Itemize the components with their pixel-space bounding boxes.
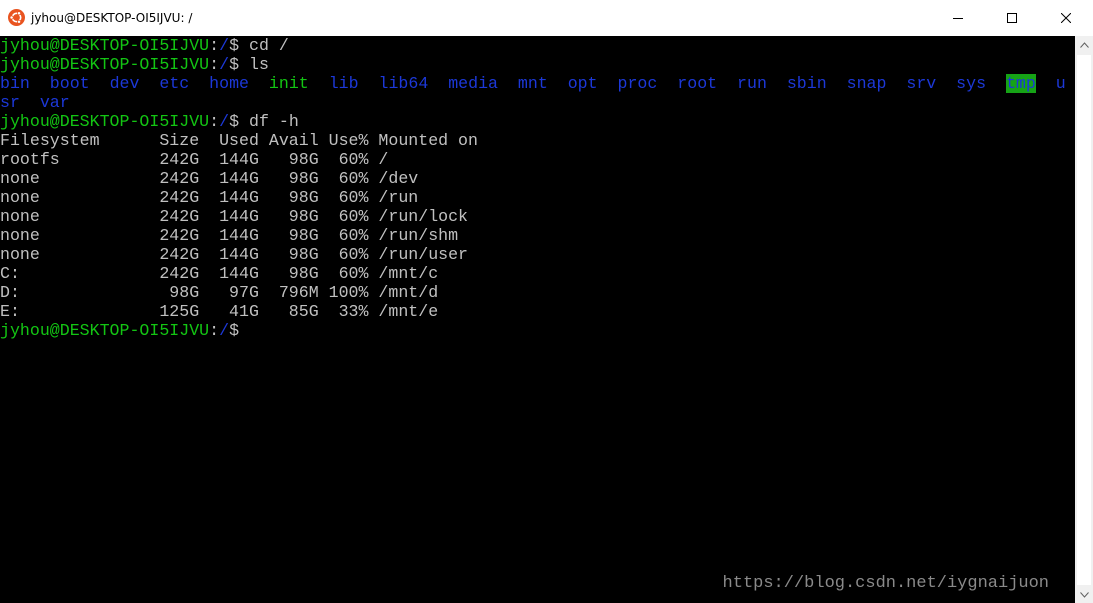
ls-entry: lib [328, 74, 359, 93]
command-text: ls [249, 55, 269, 74]
maximize-button[interactable] [989, 0, 1035, 36]
prompt-line: jyhou@DESKTOP-OI5IJVU:/$ [0, 321, 239, 340]
prompt-dollar: $ [229, 36, 240, 55]
ls-output-line: bin boot dev etc home init lib lib64 med… [0, 74, 1066, 93]
close-icon [1061, 13, 1071, 23]
ls-entry: bin [0, 74, 30, 93]
ubuntu-icon [8, 9, 25, 26]
prompt-colon: : [209, 321, 220, 340]
ls-entry: lib64 [378, 74, 429, 93]
ls-entry: init [268, 74, 309, 93]
df-row: C: 242G 144G 98G 60% /mnt/c [0, 264, 439, 283]
ls-entry: snap [846, 74, 887, 93]
prompt-userhost: jyhou@DESKTOP-OI5IJVU [0, 321, 210, 340]
prompt-colon: : [209, 55, 220, 74]
watermark: https://blog.csdn.net/iygnaijuon [722, 574, 1049, 593]
command-text: df -h [249, 112, 299, 131]
ls-entry: var [39, 93, 70, 112]
prompt-path: / [219, 321, 230, 340]
ls-entry: srv [906, 74, 937, 93]
prompt-path: / [219, 55, 230, 74]
ls-entry: home [209, 74, 249, 93]
ls-entry: run [737, 74, 767, 93]
ls-entry: proc [617, 74, 658, 93]
ls-entry: media [448, 74, 498, 93]
ls-entry: dev [109, 74, 140, 93]
df-row: none 242G 144G 98G 60% /run/lock [0, 207, 469, 226]
minimize-button[interactable] [935, 0, 981, 36]
scroll-down-button[interactable] [1075, 586, 1093, 603]
df-row: D: 98G 97G 796M 100% /mnt/d [0, 283, 439, 302]
ls-output-line: sr var [0, 93, 70, 112]
ls-entry: etc [159, 74, 190, 93]
prompt-line: jyhou@DESKTOP-OI5IJVU:/$ cd / [0, 36, 289, 55]
arrow-down-icon [1079, 591, 1089, 598]
ls-entry: opt [567, 74, 598, 93]
ls-entry-highlighted: tmp [1005, 74, 1036, 93]
prompt-colon: : [209, 36, 220, 55]
ls-entry: sys [956, 74, 987, 93]
df-row: none 242G 144G 98G 60% /run [0, 188, 419, 207]
prompt-dollar: $ [229, 55, 240, 74]
maximize-icon [1007, 13, 1017, 23]
ls-entry: root [677, 74, 718, 93]
prompt-userhost: jyhou@DESKTOP-OI5IJVU [0, 36, 210, 55]
ls-entry: mnt [517, 74, 548, 93]
prompt-line: jyhou@DESKTOP-OI5IJVU:/$ df -h [0, 112, 299, 131]
prompt-line: jyhou@DESKTOP-OI5IJVU:/$ ls [0, 55, 269, 74]
df-row: none 242G 144G 98G 60% /run/shm [0, 226, 459, 245]
prompt-dollar: $ [229, 321, 240, 340]
df-row: none 242G 144G 98G 60% /dev [0, 169, 419, 188]
df-row: E: 125G 41G 85G 33% /mnt/e [0, 302, 439, 321]
minimize-icon [953, 18, 963, 19]
ls-entry: boot [49, 74, 90, 93]
scroll-up-button[interactable] [1075, 36, 1093, 53]
ls-entry: u [1055, 74, 1066, 93]
ls-entry: sr [0, 93, 20, 112]
window-title: jyhou@DESKTOP-OI5IJVU: / [31, 11, 193, 25]
prompt-userhost: jyhou@DESKTOP-OI5IJVU [0, 112, 210, 131]
df-row: none 242G 144G 98G 60% /run/user [0, 245, 469, 264]
terminal-screen[interactable]: jyhou@DESKTOP-OI5IJVU:/$ cd / jyhou@DESK… [0, 36, 1075, 603]
arrow-up-icon [1079, 41, 1089, 48]
df-row: rootfs 242G 144G 98G 60% / [0, 150, 389, 169]
prompt-path: / [219, 36, 230, 55]
prompt-userhost: jyhou@DESKTOP-OI5IJVU [0, 55, 210, 74]
vertical-scrollbar[interactable] [1075, 36, 1093, 603]
prompt-dollar: $ [229, 112, 240, 131]
close-button[interactable] [1043, 0, 1089, 36]
prompt-path: / [219, 112, 230, 131]
prompt-colon: : [209, 112, 220, 131]
ls-entry: sbin [786, 74, 827, 93]
title-bar[interactable]: jyhou@DESKTOP-OI5IJVU: / [0, 0, 1093, 36]
command-text: cd / [249, 36, 289, 55]
scroll-thumb[interactable] [1077, 55, 1091, 585]
df-header: Filesystem Size Used Avail Use% Mounted … [0, 131, 478, 150]
